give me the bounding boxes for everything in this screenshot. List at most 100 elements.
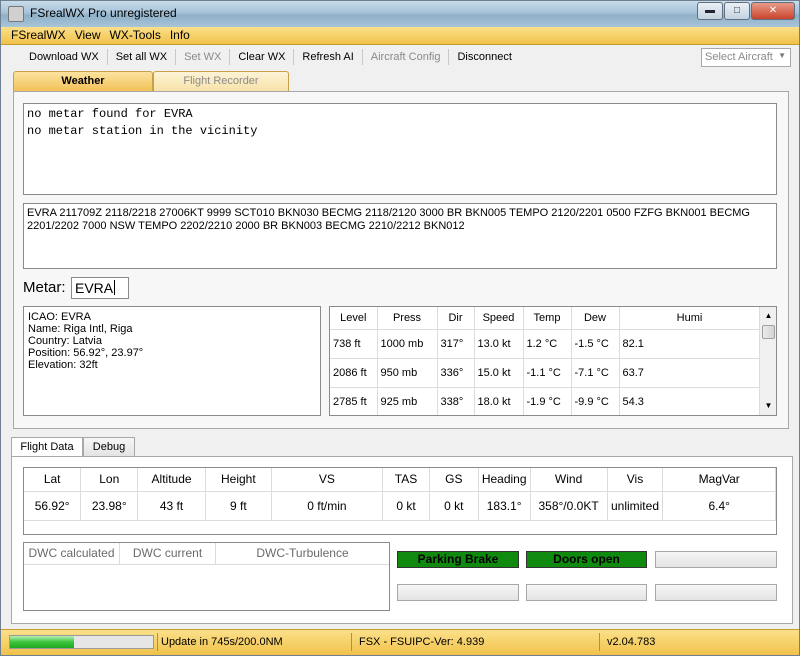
menu-wx-tools[interactable]: WX-Tools — [105, 27, 165, 44]
cell: 13.0 kt — [474, 329, 524, 359]
col-wind: Wind — [530, 468, 608, 492]
flight-data-header-row: Lat Lon Altitude Height VS TAS GS Headin… — [24, 468, 776, 492]
status-indicator-empty — [655, 551, 777, 568]
col-height: Height — [205, 468, 272, 492]
minimize-icon[interactable]: ▬ — [697, 2, 723, 20]
flight-data-table: Lat Lon Altitude Height VS TAS GS Headin… — [23, 467, 777, 535]
lat-value: 56.92° — [24, 491, 82, 521]
col-press[interactable]: Press — [377, 307, 438, 330]
col-dwc-turbulence[interactable]: DWC-Turbulence — [216, 543, 389, 564]
status-divider — [157, 633, 158, 651]
scroll-down-icon[interactable]: ▼ — [761, 398, 776, 414]
taf-text-box[interactable]: EVRA 211709Z 2118/2218 27006KT 9999 SCT0… — [23, 203, 777, 269]
cell: -7.1 °C — [571, 358, 620, 388]
cell: -1.5 °C — [571, 329, 620, 359]
status-bar: Update in 745s/200.0NM FSX - FSUIPC-Ver:… — [1, 629, 799, 655]
tab-weather[interactable]: Weather — [13, 71, 153, 91]
cell: 317° — [437, 329, 475, 359]
metar-label: Metar: — [23, 279, 66, 296]
maximize-icon[interactable]: □ — [724, 2, 750, 20]
col-lat: Lat — [24, 468, 82, 492]
clear-wx-button[interactable]: Clear WX — [230, 49, 295, 65]
levels-scrollbar[interactable]: ▲ ▼ — [759, 307, 776, 415]
dwc-list[interactable]: DWC calculated DWC current DWC-Turbulenc… — [23, 542, 390, 611]
col-heading: Heading — [478, 468, 531, 492]
cell: 18.0 kt — [474, 387, 524, 415]
col-temp[interactable]: Temp — [523, 307, 572, 330]
vs-value: 0 ft/min — [271, 491, 384, 521]
station-position: Position: 56.92°, 23.97° — [28, 347, 144, 359]
magvar-value: 6.4° — [662, 491, 776, 521]
menu-info[interactable]: Info — [166, 27, 195, 44]
metar-input[interactable]: EVRA — [71, 277, 129, 299]
aircraft-config-button[interactable]: Aircraft Config — [363, 49, 450, 65]
cell: 738 ft — [330, 329, 378, 359]
table-row[interactable]: 2785 ft 925 mb 338° 18.0 kt -1.9 °C -9.9… — [330, 387, 761, 415]
table-row[interactable]: 2086 ft 950 mb 336° 15.0 kt -1.1 °C -7.1… — [330, 358, 761, 388]
col-dew[interactable]: Dew — [571, 307, 620, 330]
scroll-up-icon[interactable]: ▲ — [761, 308, 776, 324]
col-gs: GS — [429, 468, 479, 492]
scroll-thumb[interactable] — [762, 325, 775, 339]
app-window: FSrealWX Pro unregistered ▬ □ ✕ FSrealWX… — [0, 0, 800, 656]
menu-fsrealwx[interactable]: FSrealWX — [7, 27, 71, 44]
cell: 2785 ft — [330, 387, 378, 415]
metar-text-box[interactable]: no metar found for EVRA no metar station… — [23, 103, 777, 195]
col-lon: Lon — [80, 468, 139, 492]
select-aircraft-dropdown[interactable]: Select Aircraft ▼ — [701, 48, 791, 67]
progress-fill — [10, 636, 75, 648]
cell: 336° — [437, 358, 475, 388]
text-caret — [114, 280, 116, 295]
station-country: Country: Latvia — [28, 335, 102, 347]
status-indicator-empty — [526, 584, 647, 601]
tab-flight-data[interactable]: Flight Data — [11, 437, 83, 457]
disconnect-button[interactable]: Disconnect — [449, 49, 519, 65]
cell: 54.3 — [619, 387, 761, 415]
table-row: 56.92° 23.98° 43 ft 9 ft 0 ft/min 0 kt 0… — [24, 491, 776, 521]
menu-view[interactable]: View — [71, 27, 106, 44]
set-all-wx-button[interactable]: Set all WX — [108, 49, 177, 65]
parking-brake-indicator: Parking Brake — [397, 551, 519, 568]
fsx-status: FSX - FSUIPC-Ver: 4.939 — [359, 636, 485, 648]
col-altitude: Altitude — [137, 468, 206, 492]
cell: 63.7 — [619, 358, 761, 388]
station-name: Name: Riga Intl, Riga — [28, 323, 133, 335]
title-bar[interactable]: FSrealWX Pro unregistered ▬ □ ✕ — [1, 1, 799, 27]
col-dir[interactable]: Dir — [437, 307, 475, 330]
height-value: 9 ft — [205, 491, 272, 521]
table-row[interactable]: 738 ft 1000 mb 317° 13.0 kt 1.2 °C -1.5 … — [330, 329, 761, 359]
status-indicator-empty — [655, 584, 777, 601]
cell: 338° — [437, 387, 475, 415]
levels-header-row: Level Press Dir Speed Temp Dew Humi — [330, 307, 761, 330]
menu-bar: FSrealWX View WX-Tools Info — [1, 27, 799, 45]
col-dwc-calculated[interactable]: DWC calculated — [24, 543, 120, 564]
gs-value: 0 kt — [429, 491, 479, 521]
levels-table[interactable]: Level Press Dir Speed Temp Dew Humi 738 … — [329, 306, 777, 416]
tab-flight-recorder[interactable]: Flight Recorder — [153, 71, 289, 91]
download-wx-button[interactable]: Download WX — [21, 49, 108, 65]
cell: 15.0 kt — [474, 358, 524, 388]
heading-value: 183.1° — [478, 491, 531, 521]
close-icon[interactable]: ✕ — [751, 2, 795, 20]
cell: 925 mb — [377, 387, 438, 415]
metar-line: no metar station in the vicinity — [27, 124, 258, 138]
col-tas: TAS — [382, 468, 430, 492]
refresh-ai-button[interactable]: Refresh AI — [294, 49, 363, 65]
select-aircraft-value: Select Aircraft — [705, 51, 773, 63]
toolbar: Download WX Set all WX Set WX Clear WX R… — [1, 45, 799, 69]
cell: -9.9 °C — [571, 387, 620, 415]
window-title: FSrealWX Pro unregistered — [30, 6, 177, 20]
wind-value: 358°/0.0KT — [530, 491, 608, 521]
col-dwc-current[interactable]: DWC current — [120, 543, 216, 564]
col-level[interactable]: Level — [330, 307, 378, 330]
version-status: v2.04.783 — [607, 636, 656, 648]
altitude-value: 43 ft — [137, 491, 206, 521]
col-speed[interactable]: Speed — [474, 307, 524, 330]
col-humi[interactable]: Humi — [619, 307, 761, 330]
metar-input-value: EVRA — [75, 280, 114, 296]
cell: 1.2 °C — [523, 329, 572, 359]
cell: -1.9 °C — [523, 387, 572, 415]
update-status: Update in 745s/200.0NM — [161, 636, 283, 648]
set-wx-button[interactable]: Set WX — [176, 49, 231, 65]
tab-debug[interactable]: Debug — [83, 437, 135, 457]
